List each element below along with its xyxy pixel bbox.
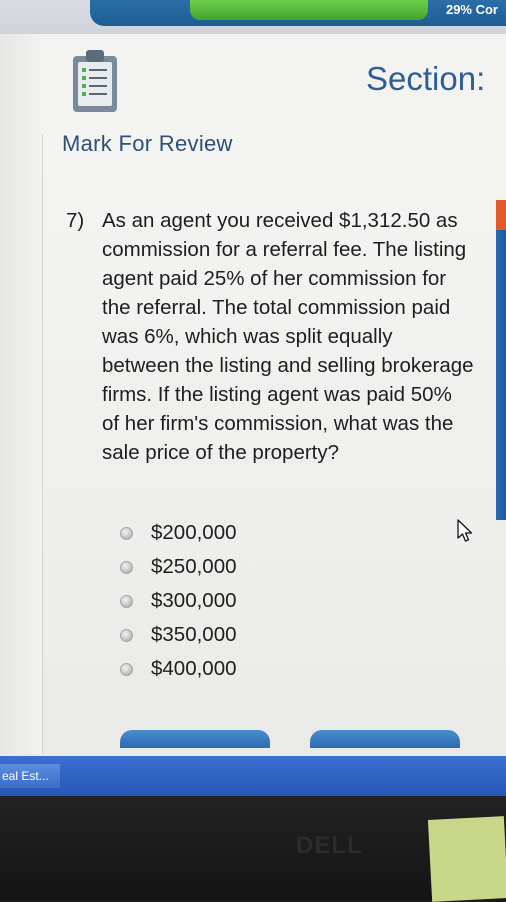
option-label: $250,000	[151, 555, 237, 578]
taskbar: eal Est...	[0, 756, 506, 796]
answer-option[interactable]: $350,000	[120, 618, 237, 652]
answer-options: $200,000 $250,000 $300,000 $350,000 $400…	[120, 516, 237, 686]
answer-option[interactable]: $300,000	[120, 584, 237, 618]
option-label: $350,000	[151, 623, 237, 646]
top-bar: 29% Cor	[0, 0, 506, 34]
taskbar-window-button[interactable]: eal Est...	[0, 764, 60, 788]
option-label: $300,000	[151, 589, 237, 612]
mark-for-review-link[interactable]: Mark For Review	[62, 131, 233, 157]
exam-screen: 29% Cor Section: Mark For Review 7) As a…	[0, 0, 506, 790]
option-label: $400,000	[151, 657, 237, 680]
next-button[interactable]	[310, 730, 460, 748]
radio-button[interactable]	[120, 560, 133, 574]
clipboard-review-icon[interactable]	[70, 48, 120, 114]
navigation-buttons	[110, 730, 506, 750]
right-edge-stripe	[496, 200, 506, 520]
progress-text: 29% Cor	[445, 2, 498, 17]
radio-button[interactable]	[120, 662, 133, 676]
right-edge-accent	[496, 200, 506, 230]
sticky-note	[427, 816, 506, 902]
radio-button[interactable]	[120, 526, 133, 540]
answer-option[interactable]: $200,000	[120, 516, 237, 550]
option-label: $200,000	[151, 521, 237, 544]
progress-bar: 29% Cor	[90, 0, 506, 26]
section-label: Section:	[366, 60, 486, 97]
left-rail	[0, 34, 43, 754]
monitor-logo: DELL	[296, 832, 363, 859]
mouse-cursor-icon	[456, 519, 474, 543]
answer-option[interactable]: $250,000	[120, 550, 237, 584]
question-number: 7)	[66, 209, 85, 232]
question-text: As an agent you received $1,312.50 as co…	[102, 209, 474, 464]
previous-button[interactable]	[120, 730, 270, 748]
radio-button[interactable]	[120, 628, 133, 642]
answer-option[interactable]: $400,000	[120, 652, 237, 686]
radio-button[interactable]	[120, 594, 133, 608]
progress-fill	[190, 0, 428, 20]
